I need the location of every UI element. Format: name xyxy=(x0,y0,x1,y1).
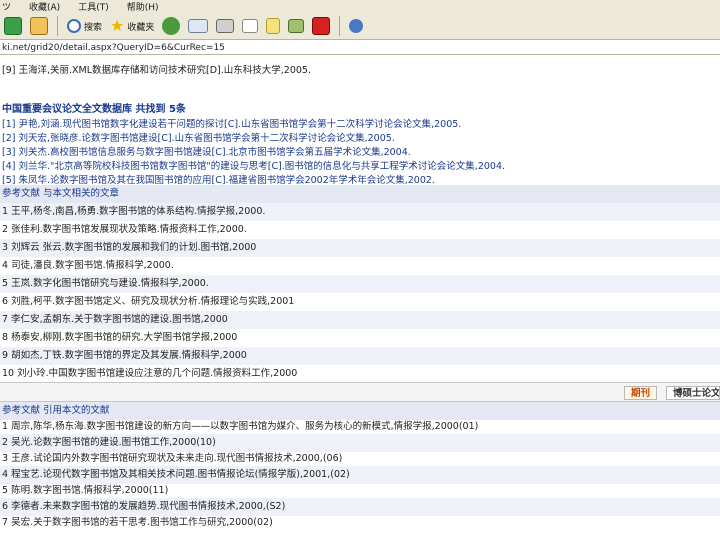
star-icon: ★ xyxy=(110,16,125,35)
refresh-icon xyxy=(4,17,22,35)
print-button[interactable] xyxy=(214,15,236,37)
search-button[interactable]: 搜索 xyxy=(65,15,104,37)
recommended-row[interactable]: 8 杨泰安,柳刚.数字图书馆的研究.大学图书馆学报,2000 xyxy=(0,329,720,347)
discuss-icon xyxy=(288,19,305,33)
recommended-row[interactable]: 10 刘小玲.中国数字图书馆建设应注意的几个问题.情报资料工作,2000 xyxy=(0,365,720,383)
conference-section-title: 中国重要会议论文全文数据库 共找到 5条 xyxy=(2,104,186,115)
cited-row[interactable]: 7 吴宏.关于数字图书馆的若干思考.图书馆工作与研究,2000(02) xyxy=(0,514,720,532)
recommended-row[interactable]: 1 王平,杨冬,南昌,杨勇.数字图书馆的体系结构.情报学报,2000. xyxy=(0,203,720,221)
recommended-row[interactable]: 5 王岚.数字化图书馆研究与建设.情报科学,2000. xyxy=(0,275,720,293)
messenger-icon xyxy=(349,19,364,33)
conference-item[interactable]: [5] 朱凤华.论数字图书馆及其在我国图书馆的应用[C].福建省图书馆学会200… xyxy=(2,172,435,186)
recommended-row[interactable]: 4 司徒,潘良.数字图书馆.情报科学,2000. xyxy=(0,257,720,275)
conference-item[interactable]: [1] 尹艳,刘涵.现代图书馆数字化建设若干问题的探讨[C].山东省图书馆学会第… xyxy=(2,116,461,130)
tab-journals[interactable]: 期刊 xyxy=(624,386,658,400)
edit-button[interactable] xyxy=(240,15,260,37)
research-icon xyxy=(312,17,331,35)
history-button[interactable] xyxy=(160,15,182,37)
menu-item-help[interactable]: 帮助(H) xyxy=(127,0,159,13)
edit-icon xyxy=(242,19,259,33)
messenger-button[interactable] xyxy=(347,15,365,37)
reference-item[interactable]: [9] 王海洋,关丽.XML数据库存储和访问技术研究[D].山东科技大学,200… xyxy=(2,62,311,76)
tab-theses[interactable]: 博硕士论文 xyxy=(666,386,720,400)
menu-item-file[interactable]: ツ xyxy=(2,0,11,13)
print-icon xyxy=(216,19,235,33)
history-icon xyxy=(162,17,181,35)
note-button[interactable] xyxy=(264,15,282,37)
recommended-row[interactable]: 6 刘胜,柯平.数字图书馆定义、研究及现状分析.情报理论与实践,2001 xyxy=(0,293,720,311)
menu-item-tools[interactable]: 工具(T) xyxy=(78,0,109,13)
cited-content: 参考文献 引用本文的文献 1 周宗,陈华,杨东海.数字图书馆建设的新方向——以数… xyxy=(0,400,720,540)
recommended-row[interactable]: 7 李仁安,孟朝东.关于数字图书馆的建设.图书馆,2000 xyxy=(0,311,720,329)
home-icon xyxy=(30,17,48,35)
toolbar-separator xyxy=(57,16,58,36)
conference-item[interactable]: [2] 刘天宏,张晓彦.论数字图书馆建设[C].山东省图书馆学会第十二次科学讨论… xyxy=(2,130,395,144)
home-button[interactable] xyxy=(28,15,50,37)
conference-item[interactable]: [3] 刘关杰.高校图书馆信息服务与数字图书馆建设[C].北京市图书馆学会第五届… xyxy=(2,144,411,158)
toolbar-separator xyxy=(339,16,341,36)
favorites-label: 收藏夹 xyxy=(127,22,155,33)
menu-bar: ツ 收藏(A) 工具(T) 帮助(H) xyxy=(0,0,720,13)
research-button[interactable] xyxy=(310,15,332,37)
search-icon xyxy=(67,19,81,33)
search-label: 搜索 xyxy=(84,22,103,33)
discuss-button[interactable] xyxy=(286,15,306,37)
recommended-section-title: 参考文献 与本文相关的文章 xyxy=(0,185,720,203)
mail-button[interactable] xyxy=(186,15,210,37)
tab-bar: 期刊 博硕士论文 xyxy=(0,382,720,402)
address-bar[interactable]: ki.net/grid20/detail.aspx?QueryID=6&CurR… xyxy=(0,41,720,55)
menu-item-favorites[interactable]: 收藏(A) xyxy=(29,0,60,13)
mail-icon xyxy=(188,19,209,33)
toolbar: 搜索 ★ 收藏夹 xyxy=(0,13,720,40)
refresh-button[interactable] xyxy=(2,15,24,37)
conference-item[interactable]: [4] 刘兰华."北京高等院校科技图书馆数字图书馆"的建设与思考[C].图书馆的… xyxy=(2,158,505,172)
recommended-row[interactable]: 9 胡如杰,丁铁.数字图书馆的界定及其发展.情报科学,2000 xyxy=(0,347,720,365)
recommended-row[interactable]: 3 刘辉云 张云.数字图书馆的发展和我们的计划.图书馆,2000 xyxy=(0,239,720,257)
favorites-button[interactable]: ★ 收藏夹 xyxy=(108,15,156,37)
recommended-row[interactable]: 2 张佳利.数字图书馆发展现状及策略.情报资料工作,2000. xyxy=(0,221,720,239)
note-icon xyxy=(266,18,281,34)
